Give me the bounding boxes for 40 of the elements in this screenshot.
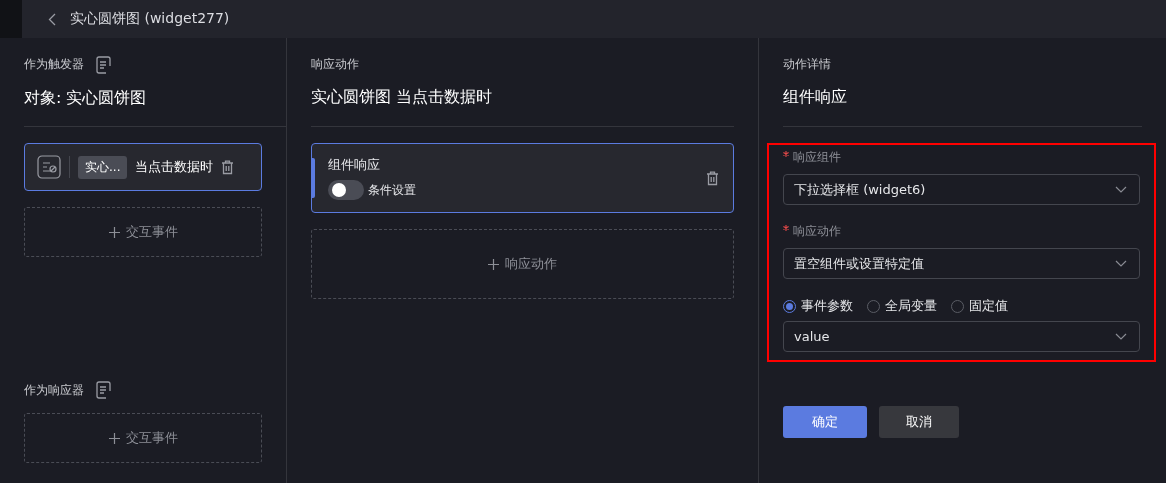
section-label: 作为响应器 xyxy=(24,381,84,399)
chevron-down-icon xyxy=(1115,333,1127,340)
field-label: 响应组件 xyxy=(793,149,841,166)
event-name: 当点击数据时 xyxy=(135,158,214,176)
add-event-button[interactable]: 交互事件 xyxy=(24,413,262,463)
plus-icon xyxy=(488,258,499,270)
section-label: 动作详情 xyxy=(783,56,832,73)
select-field[interactable]: 置空组件或设置特定值 xyxy=(783,248,1140,279)
select-field[interactable]: value xyxy=(783,321,1140,352)
section-label: 作为触发器 xyxy=(24,56,84,73)
chevron-down-icon xyxy=(1115,186,1127,193)
action-card[interactable]: 组件响应 条件设置 xyxy=(311,143,734,213)
help-doc-icon[interactable] xyxy=(96,55,112,74)
add-action-button[interactable]: 响应动作 xyxy=(311,229,734,299)
cancel-button[interactable]: 取消 xyxy=(879,406,959,438)
add-event-button[interactable]: 交互事件 xyxy=(24,207,262,257)
section-title: 组件响应 xyxy=(783,87,848,108)
chevron-down-icon xyxy=(1115,260,1127,267)
page-title: 实心圆饼图 (widget277) xyxy=(70,10,230,28)
toggle-label: 条件设置 xyxy=(368,181,416,199)
section-title: 对象: 实心圆饼图 xyxy=(24,87,148,109)
event-icon xyxy=(37,155,61,179)
radio-option[interactable]: 全局变量 xyxy=(867,297,937,315)
radio-option[interactable]: 固定值 xyxy=(951,297,1008,315)
action-name: 组件响应 xyxy=(328,156,381,174)
back-icon[interactable] xyxy=(48,12,56,26)
plus-icon xyxy=(108,226,120,238)
section-title: 实心圆饼图 当点击数据时 xyxy=(311,87,494,108)
help-doc-icon[interactable] xyxy=(96,381,112,399)
plus-icon xyxy=(108,432,120,444)
trash-icon[interactable] xyxy=(706,170,719,186)
event-card[interactable]: 实心... 当点击数据时 xyxy=(24,143,262,191)
condition-toggle[interactable] xyxy=(328,180,364,200)
confirm-button[interactable]: 确定 xyxy=(783,406,867,438)
object-tag: 实心... xyxy=(78,155,128,179)
select-field[interactable]: 下拉选择框 (widget6) xyxy=(783,174,1140,205)
section-label: 响应动作 xyxy=(311,56,360,73)
field-label: 响应动作 xyxy=(793,223,841,240)
radio-option[interactable]: 事件参数 xyxy=(783,297,853,315)
trash-icon[interactable] xyxy=(221,159,235,175)
